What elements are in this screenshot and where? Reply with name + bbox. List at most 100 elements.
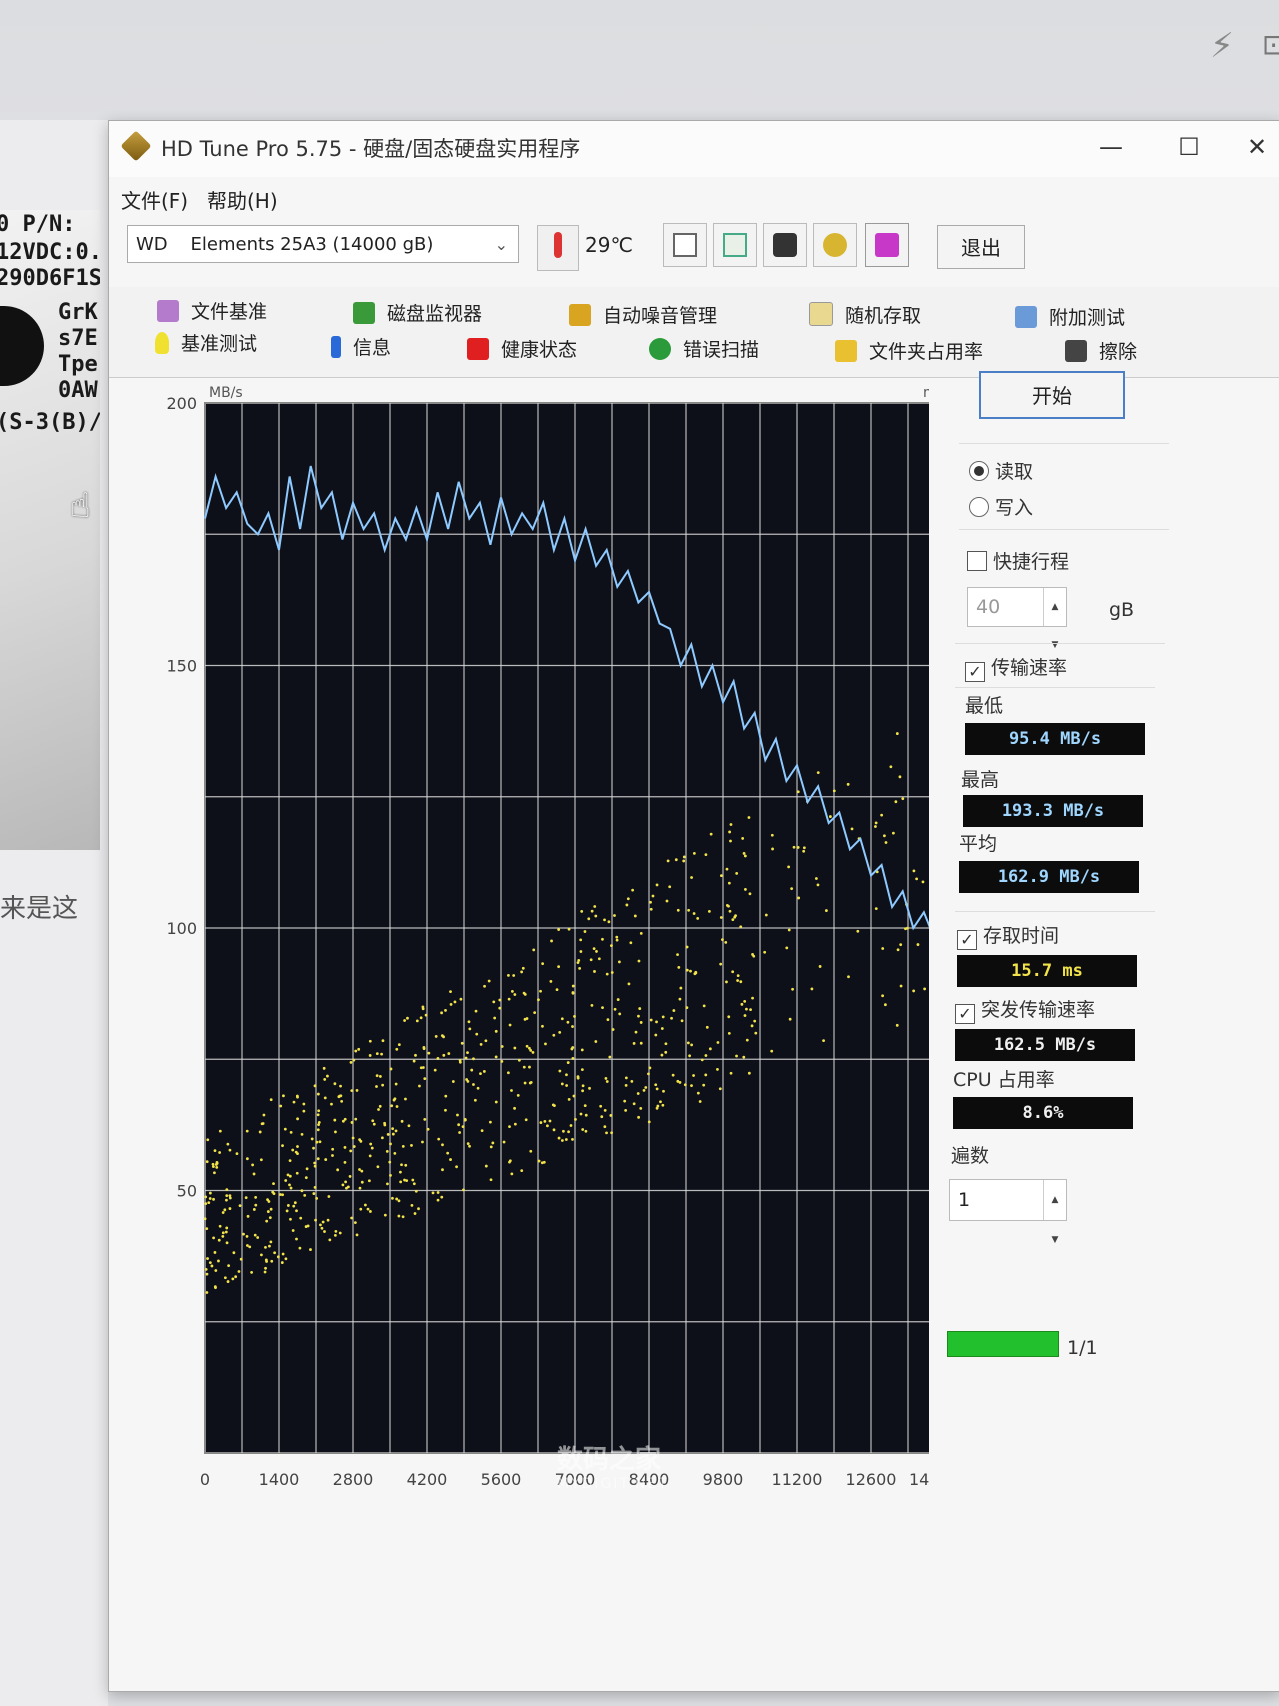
access-point [728,909,732,913]
save-button[interactable] [865,223,909,267]
access-point [368,1154,372,1158]
minimize-button[interactable]: — [1081,127,1141,167]
tab-info[interactable]: 信息 [331,333,391,360]
exit-button[interactable]: 退出 [937,225,1025,269]
access-point [549,980,553,983]
access-point [326,1218,330,1222]
access-point [884,841,888,844]
access-point [479,1042,483,1046]
access-point [354,1117,358,1121]
access-point [498,998,502,1002]
passes-value: 1 [958,1189,971,1211]
tab-erase[interactable]: 擦除 [1065,337,1137,364]
access-point [571,1056,575,1060]
x-tick-label: 1400 [259,1470,300,1489]
maximize-button[interactable]: ☐ [1159,127,1219,167]
access-point [324,1158,328,1161]
access-point [401,1144,405,1148]
screenshot-button[interactable] [763,223,807,267]
access-point [226,1280,230,1283]
access-point [630,1080,634,1083]
access-point [571,1046,575,1049]
access-point [690,876,693,879]
access-point [731,970,735,974]
access-point [508,1023,512,1027]
access-point [246,1214,250,1218]
access-point [288,1159,292,1163]
access-point [571,984,575,988]
access-point [533,1011,537,1014]
access-point [604,1077,608,1080]
tab-aam[interactable]: 自动噪音管理 [569,301,717,328]
quick-stroke-checkbox[interactable]: 快捷行程 [967,547,1069,574]
tab-disk-monitor[interactable]: 磁盘监视器 [353,299,482,326]
access-point [357,1047,361,1051]
tab-file-benchmark[interactable]: 文件基准 [157,297,267,324]
access-time-checkbox[interactable]: ✓ 存取时间 [957,921,1059,950]
access-point [572,1094,576,1098]
transfer-rate-checkbox[interactable]: ✓ 传输速率 [965,653,1067,682]
access-point [763,950,767,954]
access-point [391,1196,394,1200]
close-button[interactable]: ✕ [1227,127,1279,167]
tab-random-access[interactable]: 随机存取 [809,301,921,328]
access-point [739,980,743,984]
lightning-icon[interactable]: ⚡ [1210,26,1234,66]
tab-benchmark[interactable]: 基准测试 [155,329,257,356]
access-point [262,1113,266,1117]
access-point [203,1217,207,1221]
options-icon [823,233,847,257]
access-point [702,1083,706,1087]
options-button[interactable] [813,223,857,267]
tab-health[interactable]: 健康状态 [467,335,577,362]
access-point [507,997,511,1001]
access-point [268,1216,272,1220]
access-point [264,1246,267,1249]
quick-stroke-spinner[interactable]: 40 ▲ ▼ [967,587,1067,650]
disk-monitor-icon [353,302,375,324]
menu-file[interactable]: 文件(F) [121,185,188,214]
access-point [626,897,630,901]
tab-extra-tests[interactable]: 附加测试 [1015,303,1125,330]
access-point [206,1257,209,1260]
access-point [655,1106,659,1110]
photo-label-line: s7E [58,326,98,351]
access-point [397,1043,401,1047]
drive-select[interactable]: WD Elements 25A3 (14000 gB) ⌄ [127,225,519,263]
access-point [281,1252,285,1256]
tab-folder-usage[interactable]: 文件夹占用率 [835,337,983,364]
access-point [814,877,818,880]
checkbox-checked-icon: ✓ [957,930,977,950]
access-point [226,1142,230,1146]
read-radio[interactable]: 读取 [969,457,1033,484]
access-point [583,1104,587,1108]
copy-graph-button[interactable] [713,223,757,267]
access-point [352,1145,356,1148]
access-point [446,1151,450,1155]
access-point [400,1163,403,1167]
write-radio[interactable]: 写入 [969,493,1033,520]
menu-help[interactable]: 帮助(H) [207,185,278,214]
access-point [896,948,900,952]
access-point [720,874,723,878]
start-button[interactable]: 开始 [979,371,1125,419]
access-point [747,816,751,819]
access-point [637,1115,640,1119]
access-point [601,937,604,941]
burst-rate-checkbox[interactable]: ✓ 突发传输速率 [955,995,1095,1024]
tab-error-scan[interactable]: 错误扫描 [649,335,759,362]
access-point [677,965,681,969]
access-point [692,912,696,915]
spinner-arrows-icon[interactable]: ▲ ▼ [1043,588,1066,650]
access-point [470,1068,474,1072]
access-point [468,1027,472,1031]
title-bar[interactable]: HD Tune Pro 5.75 - 硬盘/固态硬盘实用程序 — ☐ ✕ [109,121,1279,177]
passes-spinner[interactable]: 1 ▲ ▼ [949,1179,1067,1245]
access-point [639,1041,643,1045]
spinner-arrows-icon[interactable]: ▲ ▼ [1043,1180,1066,1245]
benchmark-chart: MB/sms2001501005040302010014002800420056… [166,385,929,1489]
wd-logo [0,306,44,386]
access-point [404,1163,408,1167]
copy-info-button[interactable] [663,223,707,267]
access-point [880,813,884,817]
